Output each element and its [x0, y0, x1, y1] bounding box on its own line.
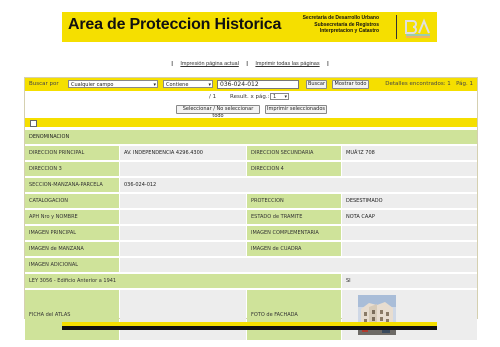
- dir-principal-label: DIRECCION PRINCIPAL: [25, 146, 119, 160]
- print-selected-button[interactable]: Imprimir seleccionados: [265, 105, 327, 114]
- catalogacion-label: CATALOGACION: [25, 194, 119, 208]
- results-per-page-label: Result. x pág.:: [230, 94, 270, 100]
- show-all-button[interactable]: Mostrar todo: [332, 80, 369, 89]
- agency-subtitle: Secretaría de Desarrollo Urbano Subsecre…: [302, 15, 379, 34]
- page-indicator: Pág. 1: [456, 81, 473, 87]
- chevron-down-icon: ▾: [153, 82, 156, 88]
- results-per-page-select[interactable]: 1 ▾: [270, 93, 289, 100]
- proteccion-label: PROTECCION: [247, 194, 341, 208]
- print-current-page-link[interactable]: Impresión página actual: [180, 61, 238, 67]
- chevron-down-icon: ▾: [284, 94, 287, 100]
- table-row: SECCION-MANZANA-PARCELA 036-024-012: [25, 178, 477, 192]
- img-cuadra-label: IMAGEN de CUADRA: [247, 242, 341, 256]
- page-position: / 1: [209, 94, 217, 100]
- dir-principal-value: AV. INDEPENDENCIA 4296.4300: [120, 146, 246, 160]
- table-row: IMAGEN de MANZANA IMAGEN de CUADRA: [25, 242, 477, 256]
- img-adicional-label: IMAGEN ADICIONAL: [25, 258, 119, 272]
- search-button[interactable]: Buscar: [306, 80, 327, 89]
- table-row: DIRECCION 3 DIRECCION 4: [25, 162, 477, 176]
- dir-secundaria-label: DIRECCION SECUNDARIA: [247, 146, 341, 160]
- img-principal-value: [120, 226, 246, 240]
- img-principal-label: IMAGEN PRINCIPAL: [25, 226, 119, 240]
- table-row: CATALOGACION PROTECCION DESESTIMADO: [25, 194, 477, 208]
- dir4-value: [342, 162, 477, 176]
- search-label: Buscar por: [29, 81, 59, 87]
- foto-label: FOTO de FACHADA: [247, 290, 341, 340]
- dir4-label: DIRECCION 4: [247, 162, 341, 176]
- ficha-value: [120, 290, 246, 340]
- search-input[interactable]: 036-024-012: [217, 80, 299, 89]
- aph-label: APH Nro y NOMBRE: [25, 210, 119, 224]
- print-all-pages-link[interactable]: Imprimir todas las páginas: [255, 61, 319, 67]
- aph-value: [120, 210, 246, 224]
- search-bar: Buscar por Cualquier campo ▾ Contiene ▾ …: [25, 78, 477, 91]
- dir3-label: DIRECCION 3: [25, 162, 119, 176]
- header-divider: [396, 15, 397, 39]
- img-manzana-label: IMAGEN de MANZANA: [25, 242, 119, 256]
- foto-value: [342, 290, 477, 340]
- page-title: Area de Proteccion Historica: [68, 16, 282, 33]
- table-row: LEY 3056 - Edificio Anterior a 1941 SI: [25, 274, 477, 288]
- search-operator-select[interactable]: Contiene ▾: [163, 80, 213, 88]
- img-manzana-value: [120, 242, 246, 256]
- header-banner: Area de Proteccion Historica Secretaría …: [62, 12, 437, 42]
- dir-secundaria-value: MUÃ'IZ 708: [342, 146, 477, 160]
- catalogacion-value: [120, 194, 246, 208]
- print-links: | Impresión página actual | Imprimir tod…: [171, 61, 329, 67]
- table-row: IMAGEN PRINCIPAL IMAGEN COMPLEMENTARIA: [25, 226, 477, 240]
- pagination: / 1 Result. x pág.: 1 ▾: [25, 92, 477, 102]
- ley-value: SI: [342, 274, 477, 288]
- estado-value: NOTA CAAP: [342, 210, 477, 224]
- denominacion-label: DENOMINACION: [25, 130, 477, 144]
- img-cuadra-value: [342, 242, 477, 256]
- table-row: DENOMINACION: [25, 130, 477, 144]
- img-adicional-value: [120, 258, 477, 272]
- results-panel: Buscar por Cualquier campo ▾ Contiene ▾ …: [24, 77, 478, 340]
- record-checkbox[interactable]: [30, 120, 37, 127]
- dir3-value: [120, 162, 246, 176]
- table-row: IMAGEN ADICIONAL: [25, 258, 477, 272]
- img-complementaria-value: [342, 226, 477, 240]
- table-row: FICHA del ATLAS FOTO de FACHADA: [25, 290, 477, 340]
- ficha-label: FICHA del ATLAS: [25, 290, 119, 340]
- toggle-select-all-button[interactable]: Seleccionar / No seleccionar todo: [176, 105, 260, 119]
- ba-logo-icon: [403, 15, 433, 39]
- proteccion-value: DESESTIMADO: [342, 194, 477, 208]
- chevron-down-icon: ▾: [208, 82, 211, 88]
- table-row: DIRECCION PRINCIPAL AV. INDEPENDENCIA 42…: [25, 146, 477, 160]
- search-field-select[interactable]: Cualquier campo ▾: [68, 80, 158, 88]
- img-complementaria-label: IMAGEN COMPLEMENTARIA: [247, 226, 341, 240]
- smp-value: 036-024-012: [120, 178, 477, 192]
- table-row: APH Nro y NOMBRE ESTADO de TRAMITE NOTA …: [25, 210, 477, 224]
- results-count: Detalles encontrados: 1 Pág. 1: [385, 81, 473, 87]
- record-select-row: [25, 118, 477, 127]
- smp-label: SECCION-MANZANA-PARCELA: [25, 178, 119, 192]
- estado-label: ESTADO de TRAMITE: [247, 210, 341, 224]
- ley-label: LEY 3056 - Edificio Anterior a 1941: [25, 274, 341, 288]
- footer-stripe-black: [62, 326, 437, 330]
